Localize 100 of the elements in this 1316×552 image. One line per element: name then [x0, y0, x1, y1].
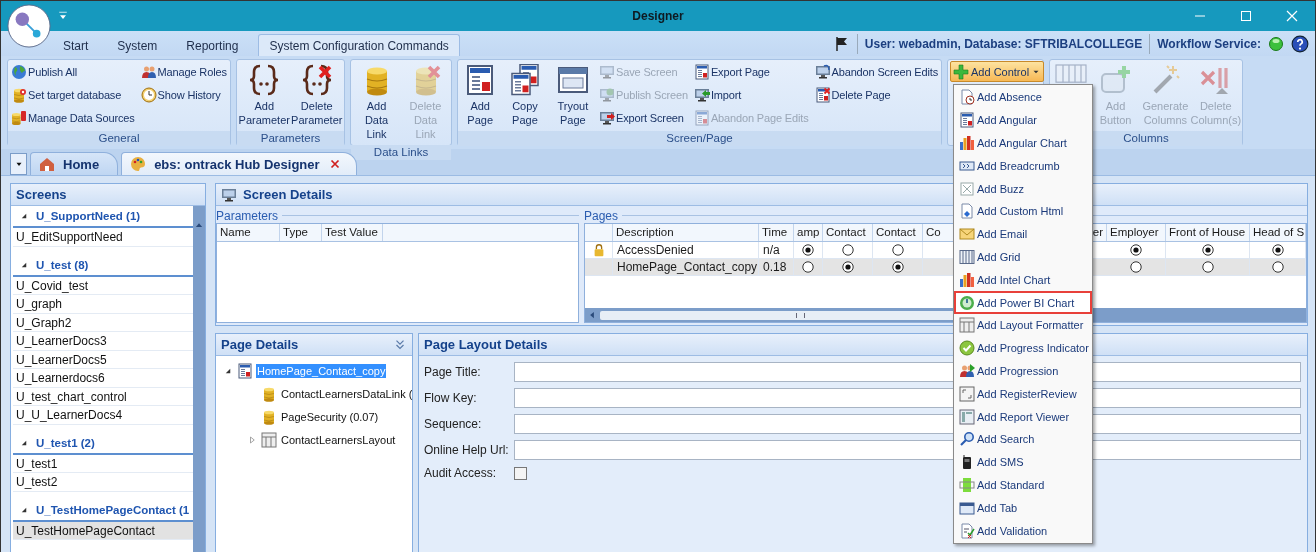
column-header[interactable]: Head of S	[1250, 224, 1306, 241]
flag-icon[interactable]	[833, 35, 850, 52]
ribbon-button[interactable]: Import	[692, 84, 810, 106]
panel-title: Page Layout Details	[424, 337, 548, 352]
column-header[interactable]: Employer	[1107, 224, 1166, 241]
group-title: U_test1 (2)	[36, 436, 95, 449]
ribbon-button[interactable]: Add Data Link	[353, 61, 400, 144]
ribbon-button[interactable]: Add Parameter	[239, 61, 290, 130]
list-item[interactable]: U_LearnerDocs3	[13, 332, 193, 351]
menu-item[interactable]: Add Custom Html	[954, 200, 1092, 223]
group-title: U_TestHomePageContact (1	[36, 503, 190, 516]
page-icon	[693, 110, 710, 126]
ribbon-tab[interactable]: Start	[54, 34, 98, 56]
list-item[interactable]: U_graph	[13, 295, 193, 314]
ribbon-button[interactable]: Export Screen	[598, 107, 689, 129]
menu-item[interactable]: Add Layout Formatter	[954, 313, 1092, 337]
radio-button[interactable]	[1271, 244, 1284, 256]
menu-item[interactable]: Add RegisterReview	[954, 382, 1092, 406]
ribbon-button[interactable]: Tryout Page	[549, 61, 597, 130]
menu-item[interactable]: Add SMS	[954, 450, 1092, 474]
document-tab[interactable]: Home	[30, 152, 119, 175]
field-label: Flow Key:	[424, 391, 478, 405]
ribbon-button[interactable]: Abandon Screen Edits	[813, 61, 939, 83]
list-item[interactable]: U_LearnerDocs5	[13, 350, 193, 369]
column-header[interactable]: Description	[613, 224, 759, 241]
column-header[interactable]: amp	[794, 224, 823, 241]
radio-button[interactable]	[1201, 244, 1214, 256]
column-header[interactable]: Contact	[823, 224, 873, 241]
panel-title: Screen Details	[243, 187, 333, 202]
checkbox[interactable]	[514, 466, 527, 480]
scrollbar[interactable]	[193, 206, 205, 552]
list-item[interactable]: U_Graph2	[13, 313, 193, 332]
group-label: Screen/Page	[458, 131, 941, 146]
menu-item[interactable]: Add Breadcrumb	[954, 154, 1092, 178]
column-header[interactable]: Contact	[873, 224, 923, 241]
column-header[interactable]: Name	[217, 224, 280, 241]
list-item[interactable]: U_Covid_test	[13, 276, 193, 295]
menu-item[interactable]: Add Standard	[954, 473, 1092, 497]
list-item[interactable]: U_test_chart_control	[13, 387, 193, 406]
menu-item[interactable]: Add Search	[954, 427, 1092, 451]
ribbon-button[interactable]: Show History	[139, 84, 228, 106]
radio-button[interactable]	[1271, 261, 1284, 273]
list-item[interactable]: U_U_LearnerDocs4	[13, 406, 193, 425]
group-label: Data Links	[351, 145, 451, 160]
ribbon-button[interactable]: Set target database	[10, 84, 136, 106]
help-icon[interactable]	[1291, 34, 1309, 53]
ribbon-button[interactable]: Manage Roles	[139, 61, 228, 83]
list-item[interactable]: U_test2	[13, 473, 193, 492]
table-icon	[959, 317, 975, 334]
column-header[interactable]: Front of House	[1166, 224, 1250, 241]
ribbon-button[interactable]: Delete Page	[813, 84, 939, 106]
cross-box-icon	[959, 180, 975, 197]
ribbon-button[interactable]: Copy Page	[502, 61, 548, 130]
tree-item[interactable]: PageSecurity (0.07)	[280, 409, 380, 424]
ribbon-button[interactable]: Manage Data Sources	[10, 107, 136, 129]
table-icon	[261, 431, 277, 448]
radio-button[interactable]	[1201, 261, 1214, 273]
list-item[interactable]: U_Learnerdocs6	[13, 369, 193, 388]
column-header[interactable]: Type	[280, 224, 322, 241]
menu-item[interactable]: Add Power BI Chart	[954, 291, 1092, 314]
monitor-icon	[221, 186, 237, 203]
menu-item[interactable]: Add Progress Indicator	[954, 336, 1092, 360]
ribbon-button[interactable]: Add Page	[460, 61, 501, 130]
tree-item[interactable]: ContactLearnersLayout	[280, 432, 397, 447]
tree-item[interactable]: ContactLearnersDataLink (	[280, 386, 412, 401]
ribbon-tab[interactable]: System	[108, 34, 167, 56]
menu-item[interactable]: Add Progression	[954, 359, 1092, 383]
radio-button[interactable]	[891, 244, 904, 256]
list-item[interactable]: U_test1	[13, 454, 193, 473]
menu-item[interactable]: Add Buzz	[954, 177, 1092, 200]
add-control-dropdown[interactable]: Add Control	[950, 61, 1045, 82]
radio-button[interactable]	[1130, 244, 1142, 256]
menu-item[interactable]: Add Angular	[954, 108, 1092, 132]
menu-item[interactable]: Add Tab	[954, 496, 1092, 520]
ribbon-button[interactable]: Delete Parameter	[291, 61, 342, 130]
radio-button[interactable]	[841, 261, 854, 273]
column-header[interactable]: Time	[759, 224, 794, 241]
ribbon-button[interactable]: Export Page	[692, 61, 810, 83]
radio-button[interactable]	[802, 244, 814, 256]
list-item[interactable]: U_EditSupportNeed	[13, 228, 193, 247]
group-label: Parameters	[237, 131, 344, 146]
document-tab[interactable]: ebs: ontrack Hub Designer	[121, 152, 357, 175]
menu-item[interactable]: Add Absence	[954, 86, 1092, 109]
table-cell: HomePage_Contact_copy	[613, 259, 759, 276]
ribbon-tab[interactable]: System Configuration Commands	[258, 34, 460, 56]
menu-item[interactable]: Add Report Viewer	[954, 405, 1092, 428]
radio-button[interactable]	[841, 244, 854, 256]
radio-button[interactable]	[802, 261, 814, 273]
grid-icon	[959, 248, 975, 265]
ribbon-tab[interactable]: Reporting	[177, 34, 248, 56]
menu-item[interactable]: Add Validation	[954, 519, 1092, 542]
page-icon	[237, 362, 253, 379]
column-header[interactable]: Test Value	[322, 224, 383, 241]
gauge-icon	[959, 294, 975, 311]
braces-icon	[248, 64, 281, 96]
radio-button[interactable]	[891, 261, 904, 273]
database-target-icon	[11, 87, 27, 103]
ribbon-button[interactable]: Publish All	[10, 61, 136, 83]
radio-button[interactable]	[1130, 261, 1142, 273]
monitor-import-icon	[693, 87, 710, 103]
